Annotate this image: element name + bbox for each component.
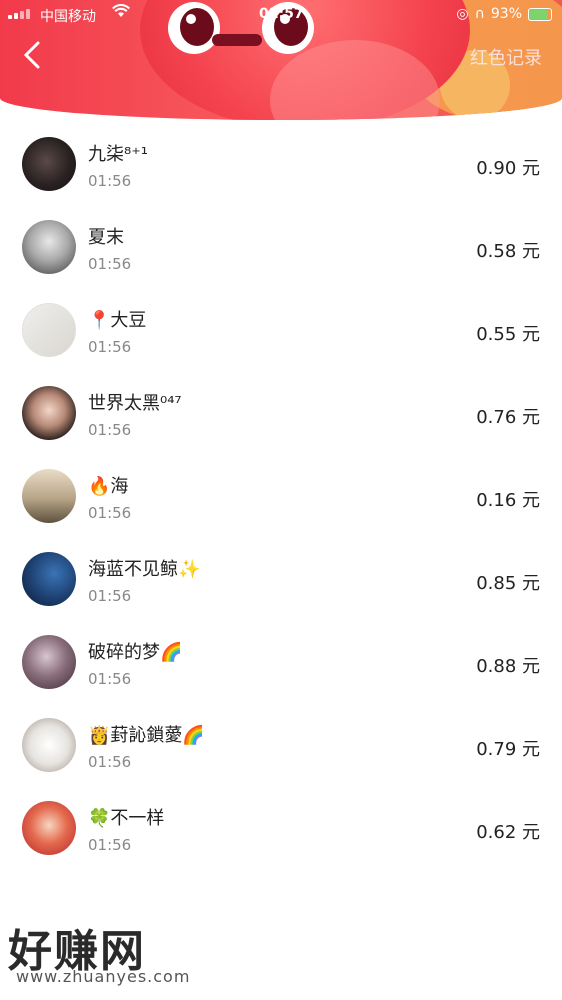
chevron-left-icon [23,41,40,69]
user-name: 🔥海 [88,476,129,497]
receive-time: 01:56 [88,753,132,771]
header-banner: 中国移动 01:57 ◎ ∩ 93% 红色记录 [0,0,562,120]
list-item[interactable]: 世界太黑⁰⁴⁷ 01:56 0.76 元 [0,372,562,455]
back-button[interactable] [22,40,52,74]
battery-percent: 93% [490,6,522,22]
mascot-mouth [212,34,262,46]
user-name: 九柒⁸⁺¹ [88,144,148,165]
list-item[interactable]: 海蓝不见鲸✨ 01:56 0.85 元 [0,538,562,621]
user-name: 📍大豆 [88,310,147,331]
list-item[interactable]: 夏末 01:56 0.58 元 [0,206,562,289]
receive-time: 01:56 [88,504,132,522]
avatar [22,386,76,440]
receive-time: 01:56 [88,587,132,605]
receive-time: 01:56 [88,836,132,854]
amount: 0.16 元 [476,490,540,511]
amount: 0.76 元 [476,407,540,428]
carrier-label: 中国移动 [40,9,96,25]
avatar [22,635,76,689]
red-packet-list: 九柒⁸⁺¹ 01:56 0.90 元 夏末 01:56 0.58 元 📍大豆 0… [0,123,562,870]
receive-time: 01:56 [88,670,132,688]
wifi-icon [112,3,130,22]
user-name: 🍀不一样 [88,808,165,829]
clock: 01:57 [259,6,304,22]
list-item[interactable]: 破碎的梦🌈 01:56 0.88 元 [0,621,562,704]
receive-time: 01:56 [88,172,132,190]
signal-icon [8,9,30,19]
avatar [22,220,76,274]
status-bar: 中国移动 01:57 ◎ ∩ 93% [0,0,562,30]
location-icon: ◎ [456,6,469,22]
receive-time: 01:56 [88,255,132,273]
avatar [22,469,76,523]
user-name: 海蓝不见鲸✨ [88,559,201,580]
avatar [22,137,76,191]
list-item[interactable]: 👸葑訫鎖薆🌈 01:56 0.79 元 [0,704,562,787]
amount: 0.58 元 [476,241,540,262]
receive-time: 01:56 [88,338,132,356]
user-name: 夏末 [88,227,124,248]
status-right: ◎ ∩ 93% [456,6,552,22]
receive-time: 01:56 [88,421,132,439]
avatar [22,303,76,357]
amount: 0.85 元 [476,573,540,594]
amount: 0.55 元 [476,324,540,345]
user-name: 世界太黑⁰⁴⁷ [88,393,182,414]
battery-icon [528,7,552,21]
list-item[interactable]: 🍀不一样 01:56 0.62 元 [0,787,562,870]
headphone-icon: ∩ [474,6,485,22]
list-item[interactable]: 九柒⁸⁺¹ 01:56 0.90 元 [0,123,562,206]
avatar [22,801,76,855]
amount: 0.62 元 [476,822,540,843]
list-item[interactable]: 🔥海 01:56 0.16 元 [0,455,562,538]
list-item[interactable]: 📍大豆 01:56 0.55 元 [0,289,562,372]
amount: 0.88 元 [476,656,540,677]
watermark-url: www.zhuanyes.com [16,967,191,986]
amount: 0.90 元 [476,158,540,179]
red-packet-records-link[interactable]: 红色记录 [470,44,542,70]
avatar [22,552,76,606]
amount: 0.79 元 [476,739,540,760]
user-name: 破碎的梦🌈 [88,642,183,663]
user-name: 👸葑訫鎖薆🌈 [88,725,205,746]
avatar [22,718,76,772]
